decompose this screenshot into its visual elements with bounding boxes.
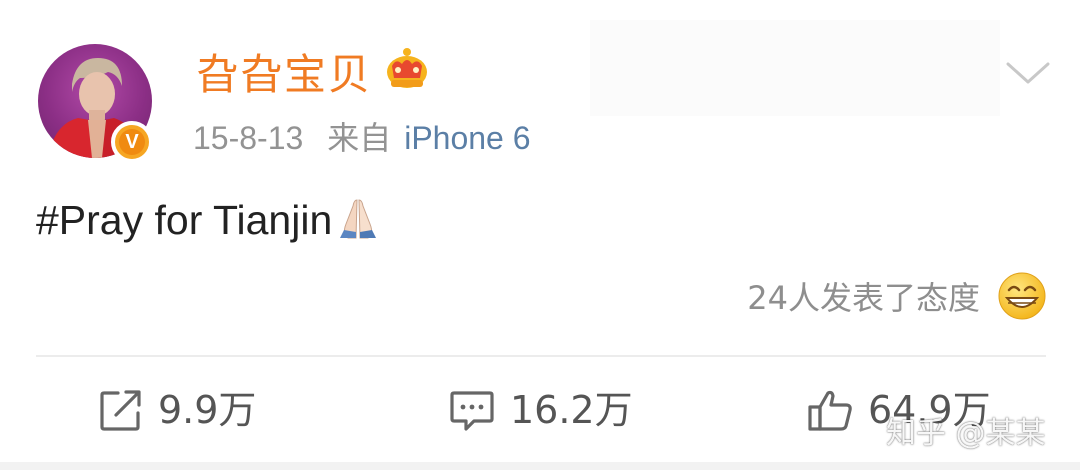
author-name[interactable]: 旮旮宝贝 bbox=[196, 50, 372, 100]
repost-count: 9.9万 bbox=[158, 388, 257, 432]
verified-mark: V bbox=[119, 129, 145, 155]
thumbs-up-icon bbox=[808, 390, 852, 431]
comment-count: 16.2万 bbox=[510, 388, 633, 432]
reactions-summary[interactable]: 24人发表了态度 bbox=[747, 278, 980, 318]
divider bbox=[36, 355, 1046, 357]
source-device-link[interactable]: iPhone 6 bbox=[404, 120, 530, 156]
post-date: 15-8-13 bbox=[193, 120, 304, 156]
blurred-region bbox=[590, 20, 1000, 116]
comment-button[interactable]: 16.2万 bbox=[448, 382, 633, 438]
grin-icon[interactable] bbox=[996, 270, 1048, 322]
post-meta: 15-8-13 来自 iPhone 6 bbox=[193, 116, 531, 160]
post-text: #Pray for Tianjin bbox=[36, 192, 382, 248]
like-count: 64.9万 bbox=[868, 388, 991, 432]
crown-icon[interactable] bbox=[384, 46, 430, 94]
repost-icon bbox=[100, 390, 141, 431]
like-button[interactable]: 64.9万 bbox=[806, 382, 991, 438]
repost-button[interactable]: 9.9万 bbox=[98, 382, 256, 438]
comment-icon bbox=[450, 391, 494, 431]
post-text-content[interactable]: #Pray for Tianjin bbox=[36, 197, 332, 243]
pray-icon bbox=[340, 199, 377, 239]
source-label: 来自 bbox=[327, 119, 392, 157]
weibo-post-card: V 旮旮宝贝 15-8-13 来自 iPhone 6 #Pray for Tian… bbox=[0, 0, 1080, 462]
verified-badge-icon: V bbox=[111, 121, 153, 163]
chevron-down-icon[interactable] bbox=[1004, 58, 1052, 88]
